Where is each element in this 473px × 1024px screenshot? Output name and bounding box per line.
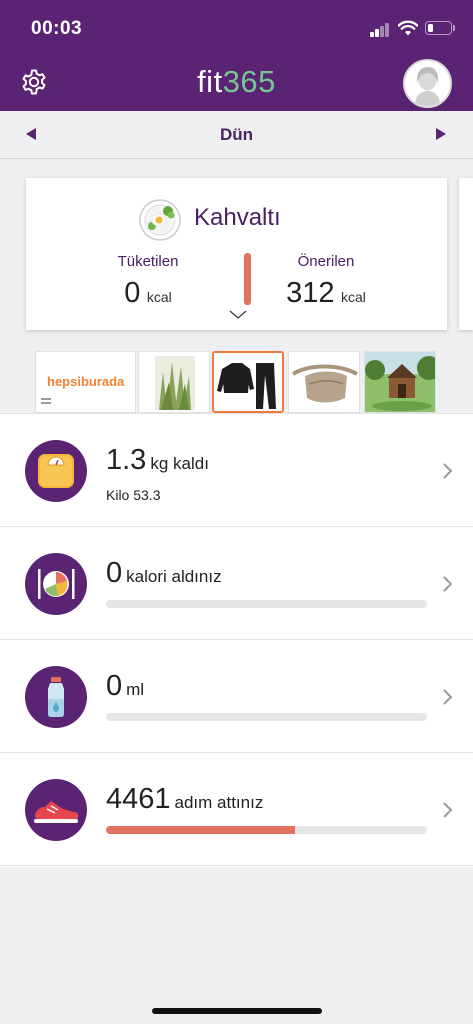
consumed-label: Tüketilen <box>117 253 179 270</box>
scale-icon <box>38 454 74 488</box>
status-bar: 00:03 <box>0 0 473 58</box>
consumed-unit: kcal <box>146 289 172 305</box>
date-label: Dün <box>219 125 254 144</box>
tracksuit-product-image <box>214 353 282 411</box>
ad-product-garden-house[interactable] <box>364 351 436 413</box>
consumed-number: 0 <box>124 277 141 309</box>
status-time: 00:03 <box>31 18 83 39</box>
calories-value: 0 <box>106 557 123 589</box>
meal-card-breakfast[interactable]: Kahvaltı Tüketilen 0 kcal Önerilen 312 k… <box>26 178 447 330</box>
avatar-silhouette-icon <box>405 61 450 106</box>
ad-product-waist-bag[interactable] <box>288 351 360 413</box>
ad-menu-icon <box>41 398 51 404</box>
sneaker-icon <box>34 801 79 823</box>
calories-row[interactable]: 0 kalori aldınız <box>0 527 473 640</box>
meal-plate-icon-circle <box>25 553 87 615</box>
next-meal-card-peek[interactable] <box>459 178 473 330</box>
recommended-number: 312 <box>286 277 335 309</box>
water-row[interactable]: 0 ml <box>0 640 473 753</box>
water-progress-bar <box>106 713 427 721</box>
breakfast-plate-icon <box>139 199 181 241</box>
weight-goal-row[interactable]: 1.3 kg kaldı Kilo 53.3 <box>0 414 473 527</box>
home-indicator[interactable] <box>152 1008 322 1014</box>
logo-text-fit: fit <box>197 64 223 99</box>
profile-avatar[interactable] <box>403 59 452 108</box>
ad-product-tracksuit[interactable] <box>212 351 284 413</box>
logo-text-365: 365 <box>222 64 276 99</box>
water-text: 0 ml <box>106 670 144 703</box>
calories-label: kalori aldınız <box>126 567 222 586</box>
consumed-value: 0 kcal <box>88 277 208 310</box>
water-bottle-icon-circle <box>25 666 87 728</box>
recommended-label: Önerilen <box>297 253 355 270</box>
garden-house-product-image <box>365 352 435 412</box>
next-day-arrow-icon[interactable] <box>436 128 446 140</box>
ad-product-plant[interactable] <box>138 351 210 413</box>
steps-row[interactable]: 4461 adım attınız <box>0 753 473 866</box>
summary-list: 1.3kg kaldı Kilo 53.3 0kalori aldınız <box>0 413 473 867</box>
cellular-signal-icon <box>370 23 390 37</box>
current-weight-text: Kilo 53.3 <box>106 487 161 503</box>
ad-brand-name: hepsiburada <box>47 374 125 389</box>
battery-tip <box>453 25 455 31</box>
waist-bag-product-image <box>289 352 359 412</box>
recommended-unit: kcal <box>340 289 366 305</box>
calories-text: 0 kalori aldınız <box>106 557 222 590</box>
water-bottle-icon <box>48 677 64 717</box>
weight-remaining-value: 1.3 <box>106 444 147 476</box>
water-value: 0 <box>106 670 123 702</box>
app-header: 00:03 fit365 <box>0 0 473 111</box>
weight-scale-icon-circle <box>25 440 87 502</box>
ad-banner[interactable]: hepsiburada <box>35 351 438 413</box>
plant-product-image <box>139 352 209 412</box>
battery-icon <box>425 21 452 35</box>
meal-plate-icon <box>38 569 75 599</box>
chevron-right-icon <box>443 576 453 592</box>
steps-label: adım attınız <box>174 793 264 812</box>
sneaker-icon-circle <box>25 779 87 841</box>
ad-brand-tile[interactable]: hepsiburada <box>35 351 136 413</box>
weight-remaining-label: kg kaldı <box>150 454 209 473</box>
steps-progress-bar <box>106 826 427 834</box>
water-unit: ml <box>126 680 145 699</box>
date-navigation: Dün <box>0 111 473 159</box>
steps-text: 4461 adım attınız <box>106 783 263 816</box>
meal-accent-bar <box>244 253 251 305</box>
meal-title: Kahvaltı <box>194 204 281 231</box>
steps-value: 4461 <box>106 783 171 815</box>
expand-chevron-down-icon[interactable] <box>229 310 247 320</box>
calories-progress-bar <box>106 600 427 608</box>
chevron-right-icon <box>443 463 453 479</box>
steps-progress-fill <box>106 826 296 834</box>
wifi-icon <box>398 20 418 36</box>
chevron-right-icon <box>443 689 453 705</box>
chevron-right-icon <box>443 802 453 818</box>
weight-remaining-text: 1.3 kg kaldı <box>106 444 209 477</box>
recommended-value: 312 kcal <box>266 277 386 310</box>
